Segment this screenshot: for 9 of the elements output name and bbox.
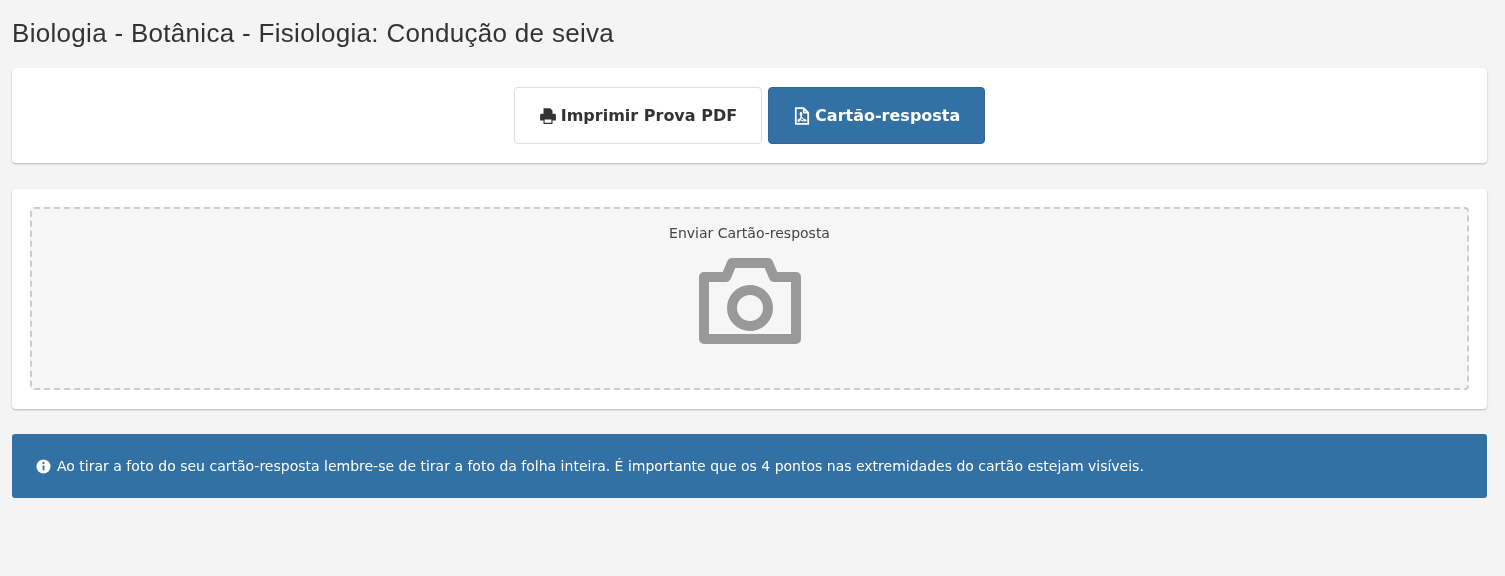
action-button[interactable]: Cartão-resposta bbox=[768, 87, 986, 144]
upload-label: Enviar Cartão-resposta bbox=[669, 225, 830, 241]
action-button[interactable]: Imprimir Prova PDF bbox=[513, 87, 763, 144]
pdf-file-icon bbox=[793, 106, 812, 125]
printer-icon bbox=[538, 106, 557, 125]
page-title: Biologia - Botânica - Fisiologia: Condução de seiva bbox=[12, 18, 616, 49]
info-message: Ao tirar a foto do seu cartão-resposta lembre-se de tirar a foto da folha inteira. É importante que os 4 pontos nas extremidades do cartão estejam visíveis. bbox=[57, 458, 1144, 474]
info-icon bbox=[36, 458, 51, 474]
upload-dropzone[interactable]: Enviar Cartão-resposta bbox=[30, 207, 1469, 390]
